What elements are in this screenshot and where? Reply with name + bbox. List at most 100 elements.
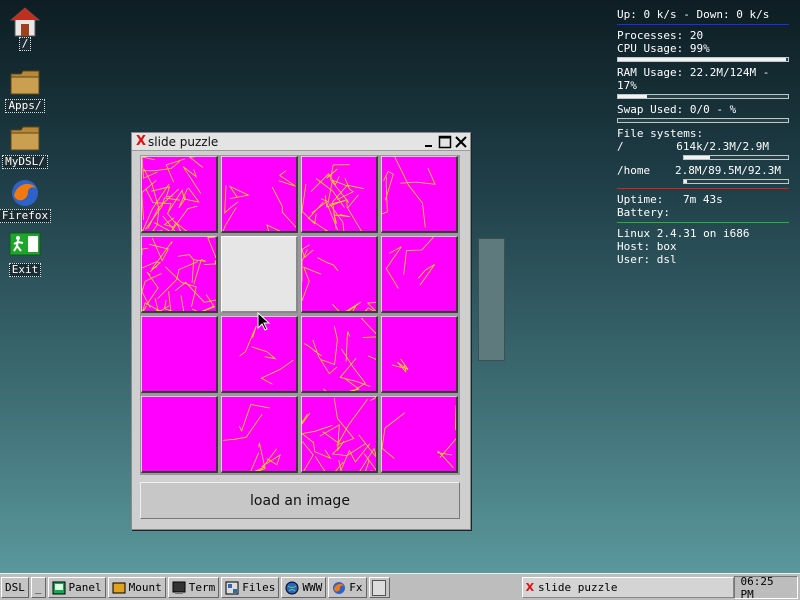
launcher-mount[interactable]: Mount — [107, 577, 166, 598]
terminal-icon — [172, 581, 186, 595]
fs-bar-home — [683, 179, 789, 184]
desktop-icon-label: MyDSL/ — [2, 155, 48, 169]
launcher-term[interactable]: Term — [167, 577, 220, 598]
puzzle-tile[interactable] — [141, 396, 218, 473]
battery: Battery: — [617, 206, 670, 219]
launcher-label: Mount — [128, 581, 162, 594]
fs-row-home: /home 2.8M/89.5M/92.3M — [617, 164, 789, 177]
window-titlebar[interactable]: X slide puzzle — [132, 133, 470, 151]
desktop-icon-label: Exit — [8, 263, 42, 277]
task-slide-puzzle[interactable]: X slide puzzle — [521, 577, 734, 598]
load-image-button[interactable]: load an image — [140, 482, 460, 519]
pager-square-icon — [372, 579, 387, 596]
slide-puzzle-window: X slide puzzle load an image — [131, 132, 471, 530]
desktop-icon-firefox[interactable]: Firefox — [0, 178, 55, 223]
globe-icon — [285, 581, 299, 595]
user-info: User: dsl — [617, 253, 677, 266]
net-speed: Up: 0 k/s - Down: 0 k/s — [617, 8, 770, 21]
puzzle-tile[interactable] — [381, 316, 458, 393]
mouse-cursor-icon — [257, 312, 271, 331]
files-icon — [225, 581, 239, 595]
cpu-usage: CPU Usage: 99% — [617, 42, 710, 55]
separator — [617, 24, 789, 25]
firefox-icon — [9, 178, 41, 208]
desktop-icon-mydsl[interactable]: MyDSL/ — [0, 124, 55, 169]
puzzle-tile[interactable] — [141, 316, 218, 393]
taskbar: DSL _ Panel Mount Term Files WWW Fx X sl… — [0, 573, 800, 600]
puzzle-tile[interactable] — [141, 236, 218, 313]
minimize-button[interactable] — [422, 135, 436, 149]
folder-icon — [9, 124, 41, 154]
system-monitor: Up: 0 k/s - Down: 0 k/s Processes: 20 CP… — [617, 8, 789, 266]
puzzle-tile[interactable] — [221, 396, 298, 473]
cpu-bar — [617, 57, 789, 62]
puzzle-empty-slot[interactable] — [221, 236, 298, 313]
desktop-icon-root[interactable]: / — [0, 6, 55, 51]
maximize-button[interactable] — [438, 135, 452, 149]
desktop-pager[interactable] — [368, 577, 390, 598]
puzzle-tile[interactable] — [221, 156, 298, 233]
launcher-panel[interactable]: Panel — [47, 577, 106, 598]
swap-usage: Swap Used: 0/0 - % — [617, 103, 737, 116]
launcher-label: WWW — [302, 581, 323, 594]
ram-usage: RAM Usage: 22.2M/124M - 17% — [617, 66, 770, 92]
desktop-icon-label: Apps/ — [5, 99, 45, 113]
minimize-all-button[interactable]: _ — [30, 577, 46, 598]
host-info: Host: box — [617, 240, 677, 253]
launcher-label: Panel — [68, 581, 102, 594]
separator — [617, 188, 789, 189]
puzzle-grid — [140, 155, 460, 475]
task-label: slide puzzle — [538, 581, 618, 594]
os-info: Linux 2.4.31 on i686 — [617, 227, 750, 240]
launcher-fx[interactable]: Fx — [328, 577, 367, 598]
puzzle-tile[interactable] — [301, 236, 378, 313]
separator — [617, 222, 789, 223]
close-button[interactable] — [454, 135, 468, 149]
fs-bar-root — [683, 155, 789, 160]
puzzle-tile[interactable] — [381, 396, 458, 473]
launcher-www[interactable]: WWW — [281, 577, 327, 598]
maximize-icon — [438, 135, 452, 148]
clock: 06:25 PM — [733, 575, 798, 600]
processes: Processes: 20 — [617, 29, 704, 42]
puzzle-tile[interactable] — [301, 316, 378, 393]
fs-mount: /home — [617, 164, 651, 177]
launcher-label: Term — [188, 581, 216, 594]
window-title: slide puzzle — [148, 134, 219, 149]
puzzle-tile[interactable] — [381, 236, 458, 313]
home-icon — [9, 6, 41, 37]
launcher-files[interactable]: Files — [221, 577, 280, 598]
fs-usage: 614k/2.3M/2.9M — [676, 140, 769, 153]
app-x-icon: X — [136, 134, 147, 149]
ram-bar — [617, 94, 789, 99]
puzzle-tile[interactable] — [381, 156, 458, 233]
fs-bar-fill — [684, 156, 710, 159]
fs-mount: / — [617, 140, 624, 153]
fs-header: File systems: — [617, 127, 704, 140]
start-button[interactable]: DSL — [1, 577, 29, 598]
panel-icon — [52, 581, 66, 595]
exit-icon — [9, 232, 41, 262]
firefox-icon — [332, 581, 346, 595]
fs-usage: 2.8M/89.5M/92.3M — [675, 164, 781, 177]
puzzle-tile[interactable] — [141, 156, 218, 233]
puzzle-tile[interactable] — [301, 396, 378, 473]
desktop-icon-label: / — [18, 37, 32, 51]
launcher-label: Fx — [349, 581, 363, 594]
ram-bar-fill — [618, 95, 647, 98]
background-window-fragment — [478, 238, 505, 361]
swap-bar — [617, 118, 789, 123]
close-icon — [455, 135, 467, 148]
cpu-bar-fill — [618, 58, 787, 61]
app-x-icon: X — [525, 581, 535, 594]
desktop-icon-exit[interactable]: Exit — [0, 232, 55, 277]
puzzle-tile[interactable] — [301, 156, 378, 233]
mount-icon — [112, 581, 126, 595]
desktop-icon-apps[interactable]: Apps/ — [0, 68, 55, 113]
folder-icon — [9, 68, 41, 98]
uptime-label: Uptime: — [617, 193, 664, 206]
minimize-icon — [425, 144, 432, 147]
uptime-value: 7m 43s — [683, 193, 723, 206]
desktop-icon-label: Firefox — [0, 209, 52, 223]
uptime-row: Uptime: 7m 43s — [617, 193, 789, 206]
